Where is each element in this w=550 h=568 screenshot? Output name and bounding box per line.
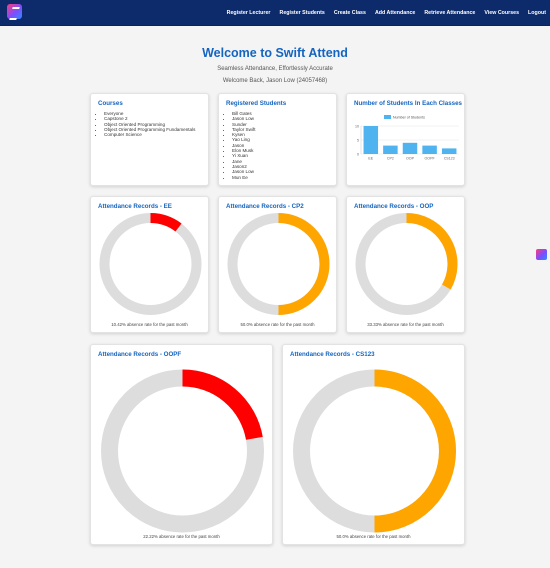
attendance-donut-oopf xyxy=(101,369,264,533)
nav-add-attendance[interactable]: Add Attendance xyxy=(375,10,415,16)
attendance-card-ee: Attendance Records - EE 10.42% absence r… xyxy=(90,196,209,333)
donut-absence-arc xyxy=(150,213,182,232)
donut-track xyxy=(99,213,202,315)
donut-absence-arc xyxy=(374,369,456,533)
nav-links: Register Lecturer Register Students Crea… xyxy=(218,0,546,25)
absence-caption-cp2: 50.0% absence rate for the past month xyxy=(240,322,315,327)
legend-swatch xyxy=(384,115,391,119)
donut-absence-arc xyxy=(182,369,263,441)
nav-retrieve-attendance[interactable]: Retrieve Attendance xyxy=(424,10,475,16)
nav-register-lecturer[interactable]: Register Lecturer xyxy=(227,10,271,16)
y-tick-label: 5 xyxy=(357,138,359,142)
nav-create-class[interactable]: Create Class xyxy=(334,10,366,16)
list-item: Jason Low xyxy=(232,169,255,174)
page-title: Welcome to Swift Attend xyxy=(202,46,348,60)
floating-app-icon[interactable] xyxy=(536,249,547,260)
bar-oopf xyxy=(422,145,437,154)
x-tick-label: EE xyxy=(368,157,373,161)
list-item: Mun Ee xyxy=(232,175,255,180)
courses-list: Everyone Capstone 2 Object Oriented Prog… xyxy=(96,111,195,137)
welcome-message: Welcome Back, Jason Low (24057468) xyxy=(222,78,328,84)
attendance-card-oopf: Attendance Records - OOPF 22.22% absence… xyxy=(90,344,273,545)
absence-caption-oop: 33.33% absence rate for the past month xyxy=(367,322,444,327)
bar-chart: Number of Students 0 5 10 EE CP2 OOP OOPF CS123 xyxy=(355,115,459,161)
bar-oop xyxy=(402,142,418,154)
class-size-chart-card: Number of Students In Each Classes Numbe… xyxy=(346,93,465,186)
students-list: Bill Gates Jason Low Sunder Taylor Swift… xyxy=(224,111,255,180)
absence-caption-cs123: 50.0% absence rate for the past month xyxy=(336,534,411,539)
attendance-donut-cp2 xyxy=(227,213,330,315)
x-tick-label: CP2 xyxy=(387,157,394,161)
attendance-card-cp2: Attendance Records - CP2 50.0% absence r… xyxy=(218,196,337,333)
bar-cp2 xyxy=(383,145,398,154)
bar-cs123 xyxy=(441,148,457,154)
x-tick-label: OOP xyxy=(406,157,415,161)
list-item: Computer Science xyxy=(104,132,195,137)
x-tick-label: OOPF xyxy=(425,157,436,161)
attendance-card-oop: Attendance Records - OOP 33.33% absence … xyxy=(346,196,465,333)
nav-logout[interactable]: Logout xyxy=(528,10,546,16)
donut-absence-arc xyxy=(406,213,458,290)
absence-caption-ee: 10.42% absence rate for the past month xyxy=(111,322,188,327)
legend-label: Number of Students xyxy=(393,116,425,120)
x-tick-label: CS123 xyxy=(444,157,455,161)
attendance-donut-oop xyxy=(355,213,458,315)
list-item: Jason Low xyxy=(232,116,255,121)
attendance-donut-ee xyxy=(99,213,202,315)
swift-attend-logo-icon[interactable] xyxy=(7,4,22,19)
hero-section: Welcome to Swift Attend Seamless Attenda… xyxy=(0,46,550,84)
nav-view-courses[interactable]: View Courses xyxy=(484,10,519,16)
nav-register-students[interactable]: Register Students xyxy=(280,10,325,16)
students-title: Registered Students xyxy=(226,100,287,107)
attendance-donut-cs123 xyxy=(293,369,456,533)
absence-caption-oopf: 22.22% absence rate for the past month xyxy=(143,534,220,539)
top-navbar: Register Lecturer Register Students Crea… xyxy=(0,0,550,26)
courses-title: Courses xyxy=(98,100,123,107)
donut-absence-arc xyxy=(278,213,330,315)
y-tick-label: 10 xyxy=(355,124,359,128)
bar-ee xyxy=(363,126,379,154)
tagline: Seamless Attendance, Effortlessly Accura… xyxy=(217,66,333,72)
attendance-card-cs123: Attendance Records - CS123 50.0% absence… xyxy=(282,344,465,545)
courses-card: Courses Everyone Capstone 2 Object Orien… xyxy=(90,93,209,186)
y-tick-label: 0 xyxy=(357,152,359,156)
students-card: Registered Students Bill Gates Jason Low… xyxy=(218,93,337,186)
